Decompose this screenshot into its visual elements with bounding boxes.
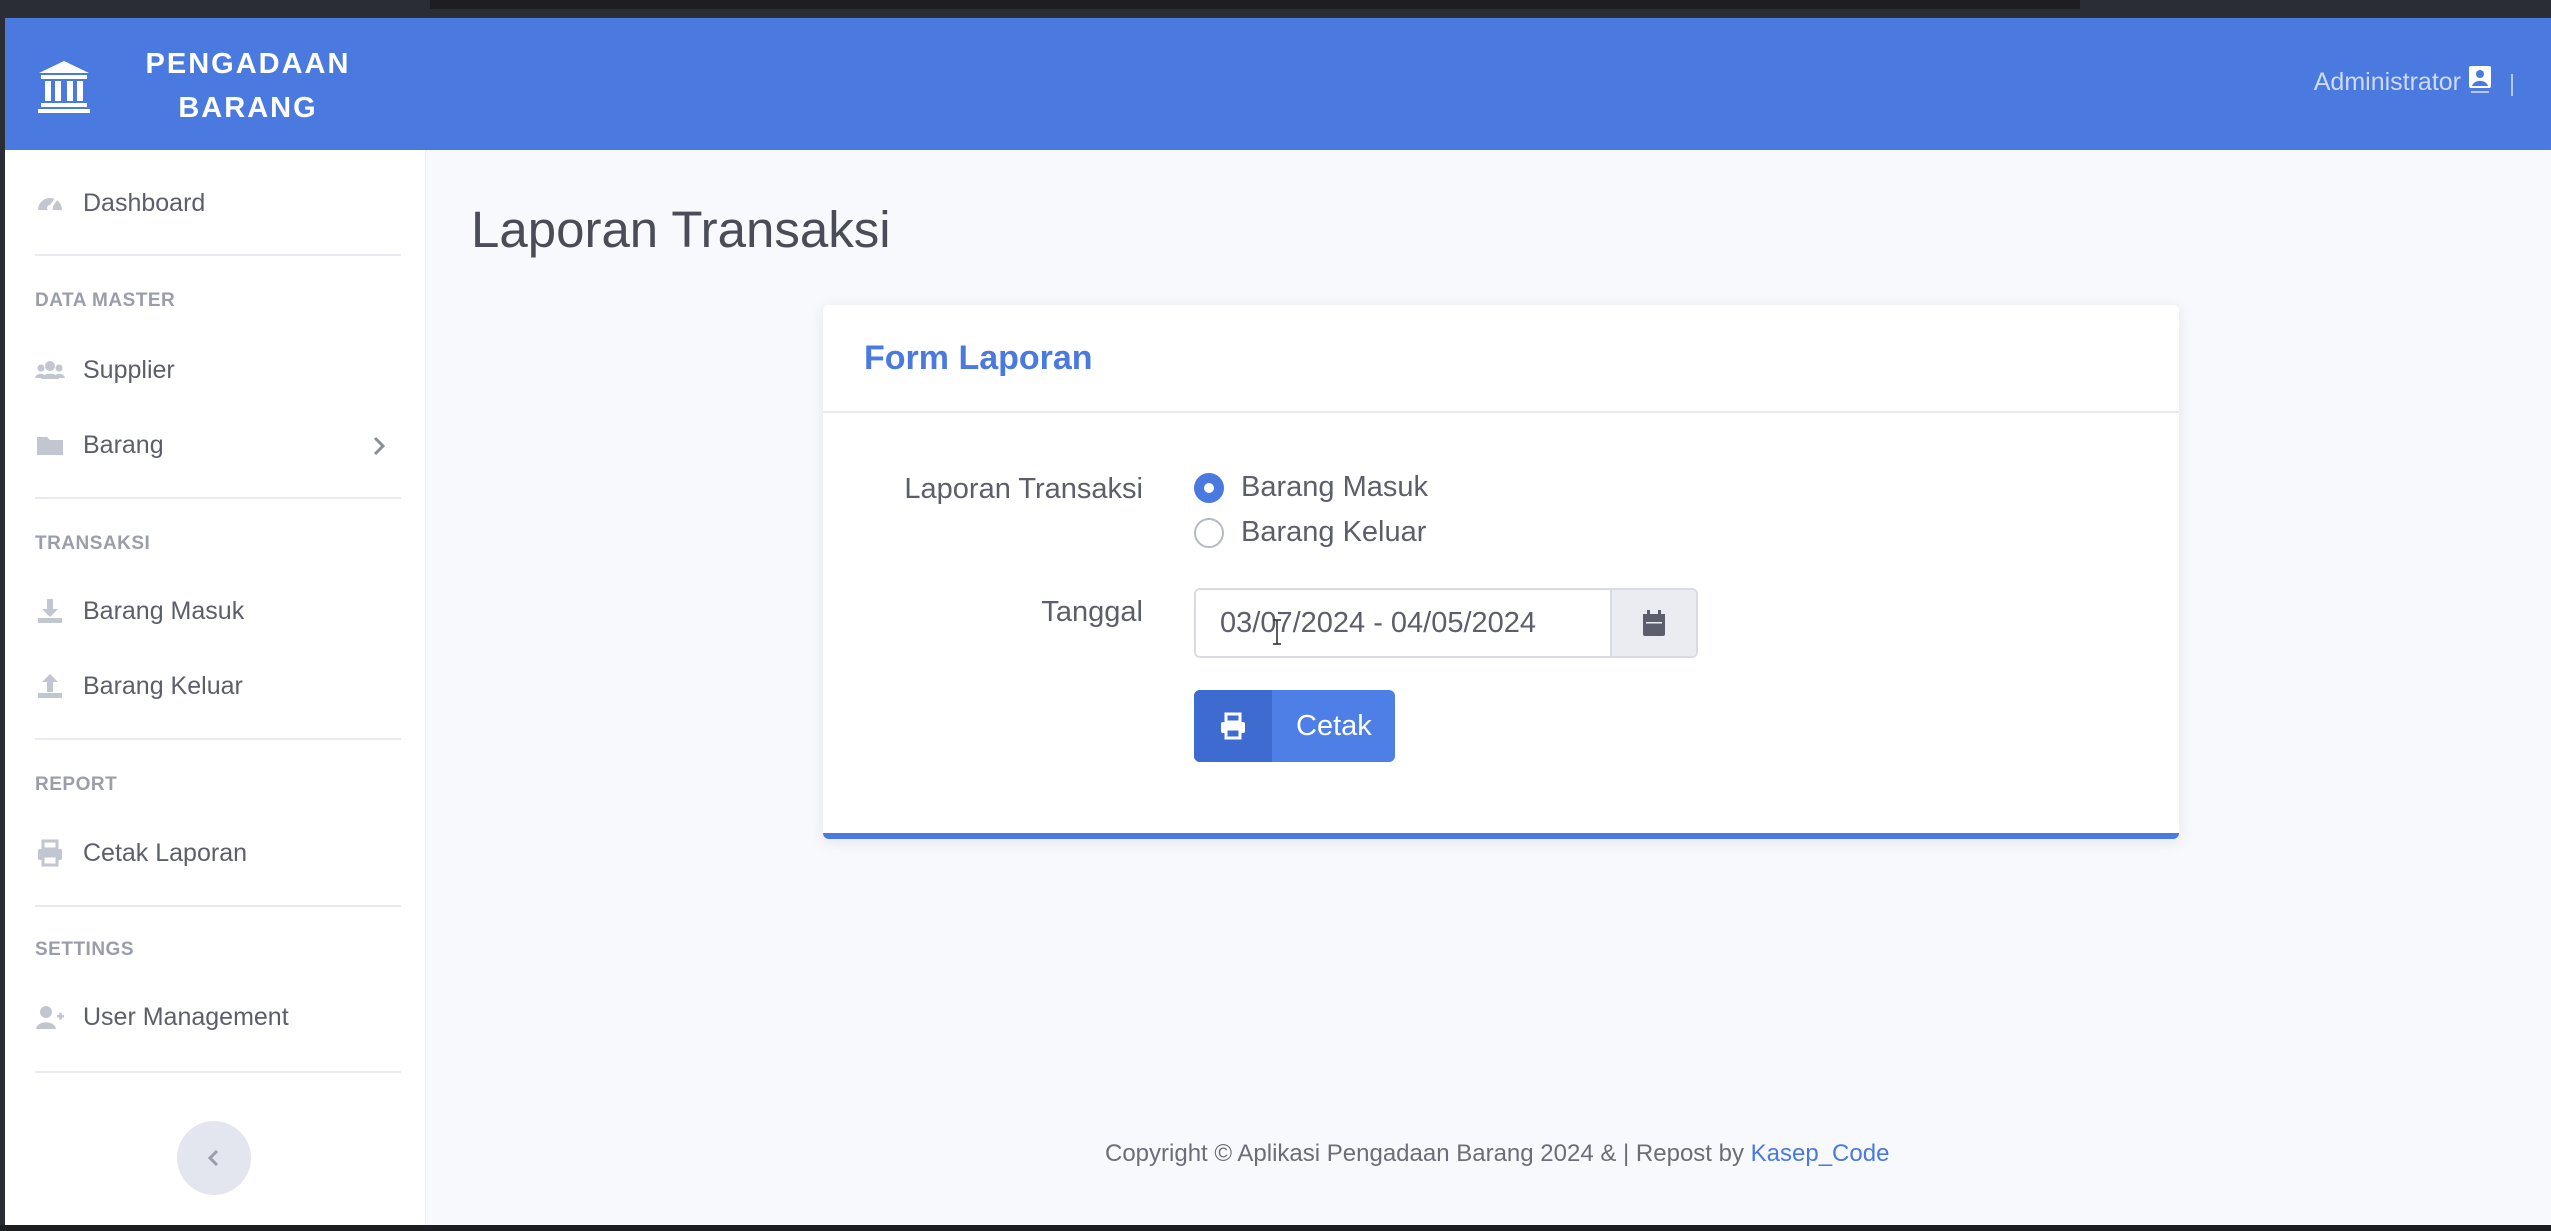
header-divider: [2511, 74, 2513, 96]
window-bottom-strip: [0, 1225, 2551, 1231]
sidebar-item-dashboard[interactable]: Dashboard: [35, 188, 205, 218]
brand[interactable]: PENGADAAN BARANG: [35, 42, 353, 130]
form-laporan-card: Form Laporan Laporan Transaksi Barang Ma…: [823, 305, 2179, 839]
sidebar-divider: [35, 738, 401, 740]
user-plus-icon: [36, 1006, 64, 1029]
sidebar: Dashboard DATA MASTER Supplier Barang TR…: [5, 150, 426, 1225]
radio-barang-keluar[interactable]: [1194, 518, 1224, 548]
card-header: Form Laporan: [823, 305, 2179, 413]
text-cursor-icon: [1273, 619, 1281, 645]
sidebar-item-supplier[interactable]: Supplier: [35, 355, 175, 385]
calendar-icon: [1643, 610, 1665, 636]
card-title: Form Laporan: [864, 338, 1093, 377]
chevron-right-icon[interactable]: [371, 434, 387, 458]
sidebar-divider: [35, 254, 401, 256]
window-top-strip: [0, 0, 2551, 18]
laporan-transaksi-label: Laporan Transaksi: [904, 473, 1143, 505]
sidebar-item-label: Barang Keluar: [83, 671, 243, 700]
radio-barang-masuk[interactable]: [1194, 473, 1224, 503]
sidebar-heading-data-master: DATA MASTER: [35, 290, 176, 311]
sidebar-item-label: Cetak Laporan: [83, 838, 248, 867]
sidebar-divider: [35, 1071, 401, 1073]
sidebar-item-user-management[interactable]: User Management: [35, 1002, 289, 1032]
sidebar-divider: [35, 905, 401, 907]
print-icon: [38, 839, 62, 867]
calendar-button[interactable]: [1610, 590, 1696, 656]
sidebar-item-cetak-laporan[interactable]: Cetak Laporan: [35, 838, 247, 868]
date-range-input[interactable]: [1196, 590, 1610, 656]
download-icon: [38, 599, 62, 623]
footer-text: Copyright © Aplikasi Pengadaan Barang 20…: [1105, 1140, 1751, 1167]
sidebar-item-label: Barang Masuk: [83, 596, 245, 625]
sidebar-item-barang-keluar[interactable]: Barang Keluar: [35, 671, 243, 701]
users-icon: [35, 361, 65, 379]
user-avatar-icon[interactable]: [2467, 64, 2493, 94]
folder-icon: [37, 437, 63, 455]
sidebar-heading-settings: SETTINGS: [35, 939, 135, 960]
cetak-button-label: Cetak: [1296, 709, 1372, 742]
cetak-button[interactable]: Cetak: [1194, 690, 1395, 762]
radio-label-barang-masuk[interactable]: Barang Masuk: [1241, 471, 1428, 504]
page-title: Laporan Transaksi: [471, 201, 891, 258]
upload-icon: [38, 674, 62, 698]
sidebar-heading-report: REPORT: [35, 774, 118, 795]
sidebar-item-label: Dashboard: [83, 188, 206, 217]
brand-name: PENGADAAN BARANG: [145, 48, 351, 124]
print-icon: [1221, 712, 1245, 740]
footer: Copyright © Aplikasi Pengadaan Barang 20…: [1105, 1140, 1889, 1168]
app-window: PENGADAAN BARANG Administrator Dashboard…: [5, 18, 2551, 1225]
sidebar-item-label: Barang: [83, 430, 164, 459]
sidebar-divider: [35, 497, 401, 499]
chevron-left-icon: [207, 1149, 219, 1167]
sidebar-item-barang[interactable]: Barang: [35, 430, 164, 460]
user-name[interactable]: Administrator: [2314, 68, 2461, 97]
date-range-group: [1194, 588, 1698, 658]
sidebar-heading-transaksi: TRANSAKSI: [35, 533, 151, 554]
footer-link[interactable]: Kasep_Code: [1751, 1140, 1890, 1167]
button-icon-area: [1194, 690, 1272, 762]
sidebar-item-label: Supplier: [83, 355, 175, 384]
top-navbar: PENGADAAN BARANG Administrator: [5, 18, 2551, 150]
tanggal-label: Tanggal: [1041, 596, 1143, 628]
bank-icon: [38, 61, 90, 113]
sidebar-toggle-button[interactable]: [177, 1121, 251, 1195]
sidebar-item-barang-masuk[interactable]: Barang Masuk: [35, 596, 244, 626]
tachometer-icon: [38, 198, 62, 211]
sidebar-item-label: User Management: [83, 1002, 289, 1031]
window-title-bar: [430, 0, 2080, 9]
radio-label-barang-keluar[interactable]: Barang Keluar: [1241, 516, 1426, 549]
